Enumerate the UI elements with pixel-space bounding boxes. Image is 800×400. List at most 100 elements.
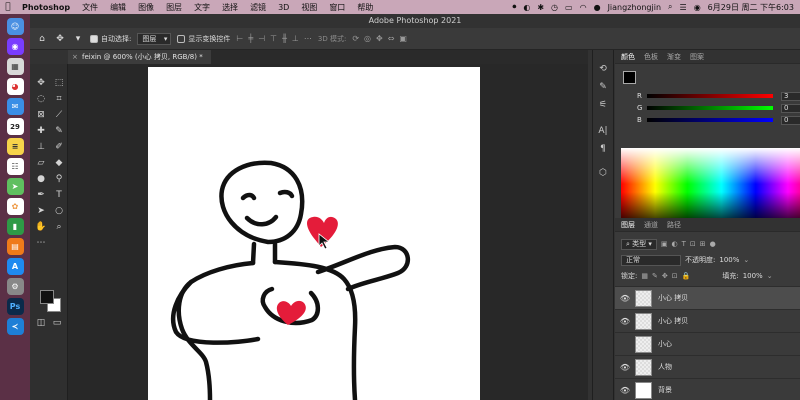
app-store-icon[interactable]: A [6,258,24,275]
lock-position-icon[interactable]: ✥ [662,272,668,280]
character-panel-icon[interactable]: A| [593,122,613,140]
layer-name[interactable]: 人物 [658,362,672,372]
3d-pan-icon[interactable]: ✥ [376,34,383,43]
3d-roll-icon[interactable]: ◎ [364,34,371,43]
launchpad-icon[interactable]: ▦ [6,58,24,75]
tab-patterns[interactable]: 图案 [690,52,704,62]
mic-icon[interactable]: ● [594,3,601,12]
tab-channels[interactable]: 通道 [644,220,658,230]
wechat-icon[interactable]: ◐ [523,3,530,12]
adjustments-icon[interactable]: ⚟ [593,96,613,114]
visibility-eye-icon[interactable]: 👁 [615,363,635,372]
apple-icon[interactable]:  [0,2,16,12]
ellipse-icon[interactable]: ○ [50,204,68,218]
close-icon[interactable]: × [72,50,78,64]
reminders-icon[interactable]: ☷ [6,158,24,175]
layer-name[interactable]: 小心 拷贝 [658,316,688,326]
wifi-icon[interactable]: ◠ [580,3,587,12]
opacity-chevron-icon[interactable]: ⌄ [743,256,749,264]
menu-window[interactable]: 窗口 [323,2,351,13]
user-name[interactable]: Jiangzhongjin [608,3,661,12]
notes-icon[interactable]: ≡ [6,138,24,155]
auto-select-checkbox[interactable]: 自动选择: [90,34,131,44]
maps-icon[interactable]: ➤ [6,178,24,195]
layer-row[interactable]: 👁 小心 拷贝 [615,309,800,332]
calendar-icon[interactable]: 29 [6,118,24,135]
zoom-icon[interactable]: ⌕ [50,220,68,234]
transform-controls-checkbox[interactable]: 显示变换控件 [177,34,230,44]
layer-name[interactable]: 小心 [658,339,672,349]
menu-help[interactable]: 帮助 [351,2,379,13]
crop-icon[interactable]: ⌗ [50,92,68,106]
finder-icon[interactable]: ☺ [6,18,24,35]
paragraph-panel-icon[interactable]: ¶ [593,140,613,158]
lasso-icon[interactable]: ◌ [32,92,50,106]
tray-icon[interactable]: ▭ [565,3,573,12]
chrome-icon[interactable]: ◕ [6,78,24,95]
panel-foreground-swatch[interactable] [623,71,636,84]
brush-settings-icon[interactable]: ✎ [593,78,613,96]
lock-transparent-icon[interactable]: ▦ [641,272,648,280]
red-slider[interactable] [647,94,773,98]
menu-file[interactable]: 文件 [76,2,104,13]
dodge-icon[interactable]: ⚲ [50,172,68,186]
green-value[interactable]: 0 [781,103,800,113]
marquee-icon[interactable]: ⬚ [50,76,68,90]
move-icon[interactable]: ✥ [32,76,50,90]
align-right-icon[interactable]: ⊣ [258,34,265,43]
fill-chevron-icon[interactable]: ⌄ [767,272,773,280]
layer-name[interactable]: 小心 拷贝 [658,293,688,303]
stamp-icon[interactable]: ⊥ [32,140,50,154]
pen-icon[interactable]: ✒ [32,188,50,202]
menu-edit[interactable]: 编辑 [104,2,132,13]
bucket-icon[interactable]: ◆ [50,156,68,170]
eraser-icon[interactable]: ▱ [32,156,50,170]
tab-paths[interactable]: 路径 [667,220,681,230]
tab-color[interactable]: 颜色 [621,52,635,62]
history-brush-icon[interactable]: ✐ [50,140,68,154]
tab-swatches[interactable]: 色板 [644,52,658,62]
visibility-eye-icon[interactable]: 👁 [615,317,635,326]
layer-row[interactable]: 👁 小心 拷贝 [615,286,800,309]
visibility-eye-icon[interactable]: 👁 [615,386,635,395]
numbers-icon[interactable]: ▮ [6,218,24,235]
clock-text[interactable]: 6月29日 周二 下午6:03 [708,2,794,13]
align-top-icon[interactable]: ⊤ [270,34,277,43]
frame-icon[interactable]: ⊠ [32,108,50,122]
blue-slider[interactable] [647,118,773,122]
more-tools-icon[interactable]: ⋯ [32,236,50,250]
menu-image[interactable]: 图像 [132,2,160,13]
red-value[interactable]: 3 [781,91,800,101]
home-icon[interactable]: ⌂ [36,33,48,45]
layer-filter-dropdown[interactable]: ⌕ 类型 ▾ [621,238,657,250]
control-center-icon[interactable]: ☰ [680,3,687,12]
lock-all-icon[interactable]: 🔒 [682,272,691,280]
layer-row[interactable]: 小心 [615,332,800,355]
menu-app-name[interactable]: Photoshop [16,3,76,12]
align-middle-icon[interactable]: ╫ [282,34,287,43]
blend-mode-dropdown[interactable]: 正常 [621,254,681,266]
blue-value[interactable]: 0 [781,115,800,125]
green-slider[interactable] [647,106,773,110]
layer-name[interactable]: 背景 [658,385,672,395]
brush-icon[interactable]: ✎ [50,124,68,138]
menu-view[interactable]: 视图 [295,2,323,13]
visibility-eye-icon[interactable]: 👁 [615,294,635,303]
filter-pixel-icon[interactable]: ▣ [661,240,668,248]
checkbox-unchecked[interactable] [177,34,186,43]
menu-layer[interactable]: 图层 [160,2,188,13]
lock-artboard-icon[interactable]: ⊡ [672,272,678,280]
document-tab[interactable]: × feixin @ 600% (小心 拷贝, RGB/8) * [68,50,211,64]
lock-pixels-icon[interactable]: ✎ [652,272,658,280]
filter-smart-icon[interactable]: ⊞ [700,240,706,248]
filter-toggle-icon[interactable]: ● [710,240,716,248]
vscode-icon[interactable]: ≺ [6,318,24,335]
auto-select-dropdown[interactable]: 图层 [137,32,172,45]
document-canvas[interactable] [148,67,480,400]
mail-icon[interactable]: ✉ [6,98,24,115]
menu-select[interactable]: 选择 [216,2,244,13]
foreground-color-swatch[interactable] [40,290,54,304]
layer-row[interactable]: 👁 背景 🔒 [615,378,800,400]
menu-3d[interactable]: 3D [272,3,295,12]
move-tool-icon[interactable]: ✥ [54,33,66,45]
